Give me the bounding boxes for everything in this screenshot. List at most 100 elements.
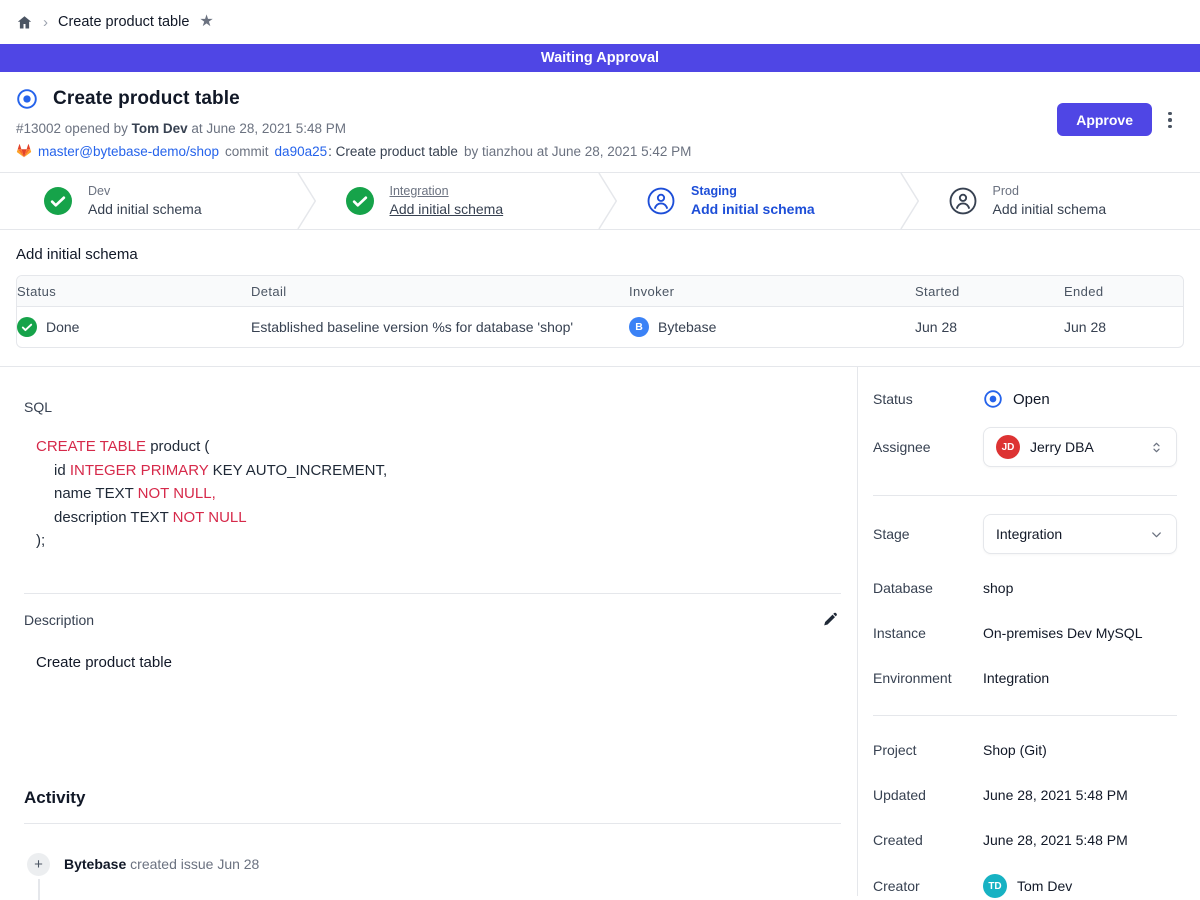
task-ended: Jun 28 xyxy=(1064,306,1183,347)
status-label: Status xyxy=(873,391,983,407)
chevron-right-icon: › xyxy=(43,15,48,30)
stage-env-label: Prod xyxy=(993,184,1107,200)
environment-value: Integration xyxy=(983,670,1049,686)
status-row: Status Open xyxy=(873,388,1177,410)
column-invoker: Invoker xyxy=(629,276,915,306)
description-label: Description xyxy=(24,612,94,628)
instance-label: Instance xyxy=(873,625,983,641)
divider xyxy=(24,823,841,824)
task-section-heading: Add initial schema xyxy=(16,246,1184,263)
creator-label: Creator xyxy=(873,878,983,894)
stage-env-label: Staging xyxy=(691,184,815,200)
issue-meta-suffix: at June 28, 2021 5:48 PM xyxy=(188,121,346,136)
more-options-icon[interactable] xyxy=(1160,108,1180,132)
avatar: TD xyxy=(983,874,1007,898)
sql-label: SQL xyxy=(24,399,841,415)
table-row[interactable]: Done Established baseline version %s for… xyxy=(17,306,1183,347)
avatar: B xyxy=(629,317,649,337)
issue-header: Create product table #13002 opened by To… xyxy=(0,72,1200,172)
task-section: Add initial schema Status Detail Invoker… xyxy=(0,230,1200,366)
commit-line: master@bytebase-demo/shop commit da90a25… xyxy=(16,143,1184,159)
task-invoker: Bytebase xyxy=(658,319,716,335)
sql-code-block: CREATE TABLE product ( id INTEGER PRIMAR… xyxy=(36,435,841,553)
table-header-row: Status Detail Invoker Started Ended xyxy=(17,276,1183,306)
stage-env-label: Dev xyxy=(88,184,202,200)
edit-description-icon[interactable] xyxy=(819,609,841,631)
activity-action: created issue Jun 28 xyxy=(126,856,259,872)
issue-open-icon xyxy=(16,88,38,110)
star-icon[interactable]: ★ xyxy=(199,14,213,30)
created-row: Created June 28, 2021 5:48 PM xyxy=(873,829,1177,851)
chevron-down-icon xyxy=(1149,527,1164,542)
updated-row: Updated June 28, 2021 5:48 PM xyxy=(873,784,1177,806)
activity-heading: Activity xyxy=(24,788,841,808)
stage-task-label[interactable]: Add initial schema xyxy=(390,200,504,218)
assignee-row: Assignee JD Jerry DBA xyxy=(873,427,1177,467)
avatar: JD xyxy=(996,435,1020,459)
column-ended: Ended xyxy=(1064,276,1183,306)
up-down-chevron-icon xyxy=(1149,440,1164,455)
commit-word: commit xyxy=(225,144,269,159)
created-label: Created xyxy=(873,832,983,848)
stage-integration[interactable]: Integration Add initial schema xyxy=(318,173,598,229)
stage-separator xyxy=(296,173,318,229)
stage-task-label: Add initial schema xyxy=(993,200,1107,218)
assignee-select[interactable]: JD Jerry DBA xyxy=(983,427,1177,467)
stage-dev[interactable]: Dev Add initial schema xyxy=(0,173,296,229)
stage-separator xyxy=(597,173,619,229)
database-row: Database shop xyxy=(873,577,1177,599)
breadcrumb-current[interactable]: Create product table xyxy=(58,14,189,30)
stage-task-label: Add initial schema xyxy=(88,200,202,218)
environment-label: Environment xyxy=(873,670,983,686)
stage-row: Stage Integration xyxy=(873,514,1177,554)
creator-row: Creator TD Tom Dev xyxy=(873,874,1177,898)
project-value[interactable]: Shop (Git) xyxy=(983,742,1047,758)
divider xyxy=(873,715,1177,716)
assignee-pending-icon xyxy=(647,187,675,215)
page-title: Create product table xyxy=(53,88,240,110)
stage-staging[interactable]: Staging Add initial schema xyxy=(619,173,899,229)
activity-item: + Bytebase created issue Jun 28 xyxy=(27,853,841,876)
stage-value: Integration xyxy=(996,526,1139,542)
stage-task-label: Add initial schema xyxy=(691,200,815,218)
instance-row: Instance On-premises Dev MySQL xyxy=(873,622,1177,644)
content-area: SQL CREATE TABLE product ( id INTEGER PR… xyxy=(0,366,1200,896)
stage-label: Stage xyxy=(873,526,983,542)
updated-value: June 28, 2021 5:48 PM xyxy=(983,787,1128,803)
environment-row: Environment Integration xyxy=(873,667,1177,689)
description-text: Create product table xyxy=(36,654,841,671)
column-detail: Detail xyxy=(251,276,629,306)
creator-value: Tom Dev xyxy=(1017,878,1072,894)
check-circle-icon xyxy=(44,187,72,215)
project-row: Project Shop (Git) xyxy=(873,739,1177,761)
check-circle-icon xyxy=(346,187,374,215)
main-column: SQL CREATE TABLE product ( id INTEGER PR… xyxy=(0,367,857,896)
home-icon[interactable] xyxy=(16,14,33,31)
issue-author: Tom Dev xyxy=(132,121,188,136)
issue-meta-prefix: #13002 opened by xyxy=(16,121,132,136)
column-status: Status xyxy=(17,276,251,306)
status-value: Open xyxy=(1013,391,1050,408)
column-started: Started xyxy=(915,276,1064,306)
issue-sidebar: Status Open Assignee JD Jerry DBA xyxy=(857,367,1200,896)
assignee-pending-icon xyxy=(949,187,977,215)
created-value: June 28, 2021 5:48 PM xyxy=(983,832,1128,848)
assignee-label: Assignee xyxy=(873,439,983,455)
stage-separator xyxy=(899,173,921,229)
pipeline: Dev Add initial schema Integration Add i… xyxy=(0,172,1200,230)
database-label: Database xyxy=(873,580,983,596)
approve-button[interactable]: Approve xyxy=(1057,103,1152,136)
stage-prod[interactable]: Prod Add initial schema xyxy=(921,173,1200,229)
issue-meta: #13002 opened by Tom Dev at June 28, 202… xyxy=(16,121,1184,136)
stage-select[interactable]: Integration xyxy=(983,514,1177,554)
instance-value[interactable]: On-premises Dev MySQL xyxy=(983,625,1142,641)
breadcrumb: › Create product table ★ xyxy=(0,0,1200,44)
task-started: Jun 28 xyxy=(915,306,1064,347)
commit-hash-link[interactable]: da90a25 xyxy=(275,144,328,159)
commit-repo-link[interactable]: master@bytebase-demo/shop xyxy=(38,144,219,159)
database-value[interactable]: shop xyxy=(983,580,1013,596)
task-status: Done xyxy=(46,319,79,335)
updated-label: Updated xyxy=(873,787,983,803)
stage-env-label[interactable]: Integration xyxy=(390,184,504,200)
check-circle-icon xyxy=(17,317,37,337)
